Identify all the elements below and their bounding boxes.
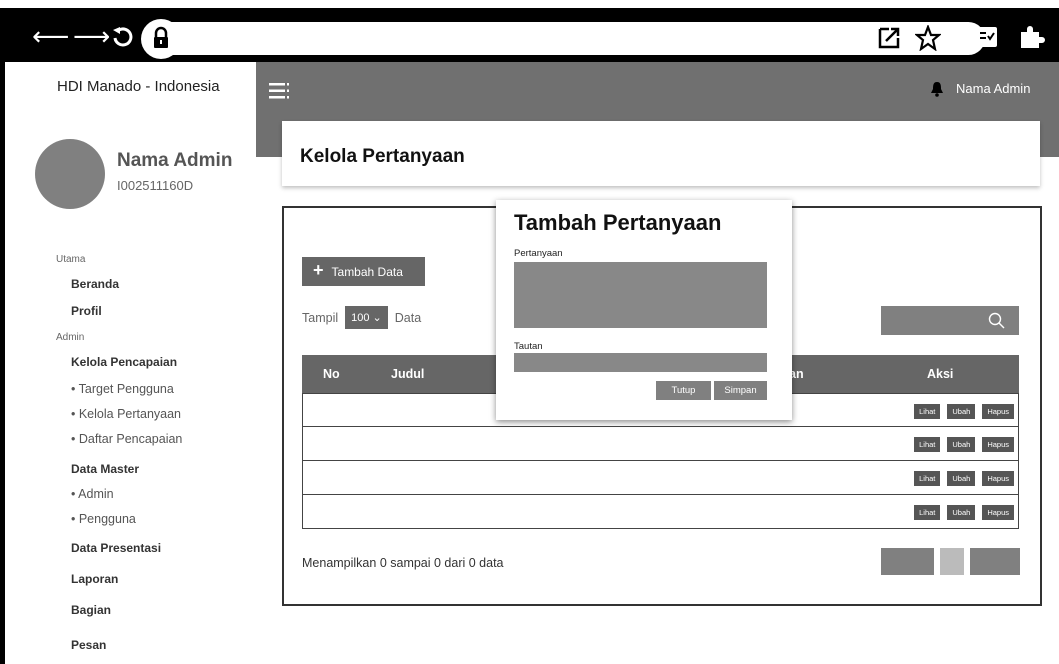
question-textarea[interactable] — [514, 262, 767, 328]
delete-button[interactable]: Hapus — [982, 505, 1014, 520]
table-row: Lihat Ubah Hapus — [302, 427, 1019, 461]
sidebar: HDI Manado - Indonesia Nama Admin I00251… — [0, 62, 256, 664]
edit-button[interactable]: Ubah — [947, 437, 976, 452]
table-row: Lihat Ubah Hapus — [302, 461, 1019, 495]
view-button[interactable]: Lihat — [914, 505, 941, 520]
reload-icon[interactable] — [110, 24, 136, 50]
col-header-judul[interactable]: Judul — [391, 367, 424, 381]
lock-icon — [154, 26, 168, 48]
menu-icon[interactable] — [269, 82, 291, 100]
sidebar-item-admin[interactable]: • Admin — [71, 487, 114, 501]
save-button[interactable]: Simpan — [714, 381, 767, 400]
previous-page-button[interactable] — [881, 548, 934, 575]
page-header-card: Kelola Pertanyaan — [282, 121, 1040, 186]
profile-name: Nama Admin — [117, 150, 233, 171]
page-title: Kelola Pertanyaan — [300, 146, 465, 167]
profile-id: I002511160D — [117, 178, 194, 193]
modal-title: Tambah Pertanyaan — [514, 210, 722, 235]
bell-icon[interactable] — [929, 81, 945, 97]
sidebar-item-pesan[interactable]: Pesan — [71, 638, 106, 652]
section-label-admin: Admin — [56, 332, 85, 343]
table-row: Lihat Ubah Hapus — [302, 495, 1019, 529]
data-label: Data — [394, 310, 422, 325]
delete-button[interactable]: Hapus — [982, 404, 1014, 419]
view-button[interactable]: Lihat — [914, 404, 941, 419]
edit-button[interactable]: Ubah — [947, 505, 976, 520]
edit-button[interactable]: Ubah — [947, 404, 976, 419]
entries-value: 100 — [351, 312, 370, 324]
lock-badge[interactable] — [141, 19, 181, 59]
view-button[interactable]: Lihat — [914, 437, 941, 452]
sidebar-item-profil[interactable]: Profil — [71, 304, 102, 318]
show-label: Tampil — [302, 310, 339, 325]
search-input[interactable] — [881, 306, 1019, 335]
entries-selector: Tampil 100 ⌄ Data — [302, 306, 421, 329]
next-page-button[interactable] — [970, 548, 1020, 575]
col-header-aksi: Aksi — [927, 367, 954, 381]
sidebar-item-laporan[interactable]: Laporan — [71, 572, 118, 586]
question-label: Pertanyaan — [514, 248, 563, 259]
plus-icon: + — [313, 260, 324, 280]
view-button[interactable]: Lihat — [914, 471, 941, 486]
edit-button[interactable]: Ubah — [947, 471, 976, 486]
link-input[interactable] — [514, 353, 767, 372]
topbar-user-name[interactable]: Nama Admin — [956, 81, 1030, 96]
sidebar-item-kelola-pencapaian[interactable]: Kelola Pencapaian — [71, 355, 177, 369]
sidebar-item-data-presentasi[interactable]: Data Presentasi — [71, 541, 161, 555]
chevron-down-icon: ⌄ — [372, 312, 382, 324]
external-link-icon[interactable] — [877, 26, 901, 50]
add-data-label: Tambah Data — [331, 264, 403, 279]
delete-button[interactable]: Hapus — [982, 437, 1014, 452]
add-question-modal: Tambah Pertanyaan Pertanyaan Tautan Tutu… — [496, 200, 792, 420]
forward-arrow-icon[interactable]: ⟶ — [73, 22, 110, 50]
page-number-button[interactable] — [940, 548, 964, 575]
sidebar-item-bagian[interactable]: Bagian — [71, 603, 111, 617]
pagination — [881, 548, 1020, 575]
add-data-button[interactable]: + Tambah Data — [302, 257, 425, 286]
reader-icon[interactable] — [976, 26, 998, 48]
sidebar-item-beranda[interactable]: Beranda — [71, 277, 119, 291]
browser-toolbar: ⟵ ⟶ — [0, 0, 1059, 62]
sidebar-item-pengguna[interactable]: • Pengguna — [71, 512, 136, 526]
sidebar-item-daftar-pencapaian[interactable]: • Daftar Pencapaian — [71, 432, 182, 446]
col-header-no[interactable]: No — [323, 367, 340, 381]
sidebar-item-target-pengguna[interactable]: • Target Pengguna — [71, 382, 174, 396]
star-icon[interactable] — [915, 25, 941, 51]
link-label: Tautan — [514, 341, 543, 352]
back-arrow-icon[interactable]: ⟵ — [32, 22, 69, 50]
address-bar[interactable] — [150, 22, 985, 55]
brand-name: HDI Manado - Indonesia — [57, 78, 220, 95]
close-button[interactable]: Tutup — [656, 381, 711, 400]
sidebar-item-data-master[interactable]: Data Master — [71, 462, 139, 476]
search-icon[interactable] — [988, 312, 1005, 329]
delete-button[interactable]: Hapus — [982, 471, 1014, 486]
sidebar-item-kelola-pertanyaan[interactable]: • Kelola Pertanyaan — [71, 407, 181, 421]
section-label-utama: Utama — [56, 254, 86, 265]
extension-icon[interactable] — [1017, 24, 1045, 50]
avatar — [35, 139, 105, 209]
pagination-info: Menampilkan 0 sampai 0 dari 0 data — [302, 556, 504, 570]
entries-select[interactable]: 100 ⌄ — [345, 306, 388, 329]
